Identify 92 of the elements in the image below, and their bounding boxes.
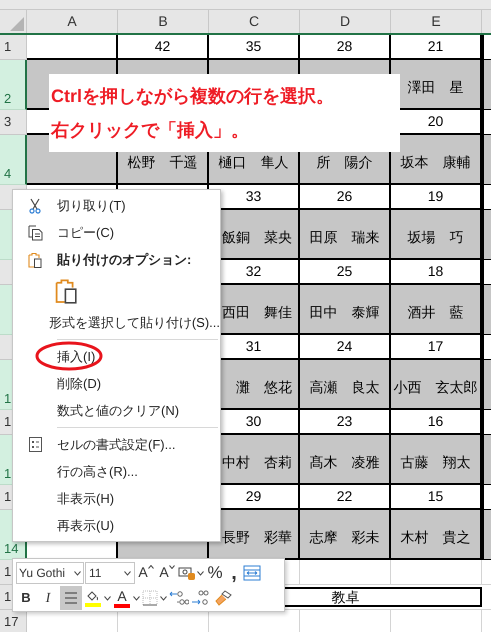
table-cell: 35: [209, 35, 300, 60]
fill-color-icon[interactable]: [84, 589, 102, 607]
table-cell: [482, 335, 491, 360]
comma-button[interactable]: ,: [226, 562, 242, 584]
table-cell: 42: [118, 35, 209, 60]
table-cell: [482, 410, 491, 435]
column-header[interactable]: A: [27, 10, 118, 33]
table-cell: [482, 435, 491, 485]
copy-icon: [28, 224, 42, 240]
format-painter-icon[interactable]: [213, 589, 233, 607]
corner-triangle-icon: [10, 17, 24, 31]
table-cell: 坂本 康輔: [391, 135, 482, 185]
caret-down-icon: [168, 565, 175, 569]
menu-item[interactable]: コピー(C): [57, 222, 114, 242]
table-cell: 田中 泰輝: [300, 285, 391, 335]
table-cell: [482, 285, 491, 335]
merge-center-icon[interactable]: [243, 565, 261, 581]
row-header[interactable]: 4: [0, 135, 27, 185]
dropdown-caret-icon: [104, 596, 111, 600]
table-cell: 澤田 星: [391, 60, 482, 110]
table-cell: 17: [391, 335, 482, 360]
table-cell: 小西 玄太郎: [391, 360, 482, 410]
table-cell: 坂場 巧: [391, 210, 482, 260]
column-header[interactable]: B: [118, 10, 209, 33]
dropdown-caret-icon: [124, 570, 131, 576]
table-cell: 19: [391, 185, 482, 210]
table-cell: [482, 260, 491, 285]
bold-button[interactable]: B: [16, 587, 36, 609]
callout-text: Ctrlを押しながら複数の行を選択。: [51, 85, 335, 107]
table-cell: 志摩 彩未: [300, 510, 391, 560]
align-center-icon: [64, 592, 78, 604]
align-center-button[interactable]: [60, 586, 82, 610]
table-cell: [482, 485, 491, 510]
table-cell: 酒井 藍: [391, 285, 482, 335]
table-cell: 22: [300, 485, 391, 510]
row-header[interactable]: 2: [0, 60, 27, 110]
menu-item[interactable]: 非表示(H): [57, 488, 114, 508]
table-cell: [482, 360, 491, 410]
table-cell: [482, 110, 491, 135]
dropdown-caret-icon: [197, 570, 204, 576]
table-cell: 18: [391, 260, 482, 285]
menu-item[interactable]: 数式と値のクリア(N): [57, 400, 180, 420]
table-cell: 21: [391, 35, 482, 60]
table-cell: 23: [300, 410, 391, 435]
table-cell: 15: [391, 485, 482, 510]
italic-button[interactable]: I: [38, 587, 58, 609]
table-cell: 髙木 凌雅: [300, 435, 391, 485]
menu-item[interactable]: セルの書式設定(F)...: [57, 434, 176, 454]
table-cell: [482, 185, 491, 210]
dropdown-caret-icon: [160, 596, 167, 600]
scissors-icon: [28, 198, 42, 214]
shrink-font-button[interactable]: A: [157, 562, 177, 584]
row-header[interactable]: 17: [0, 610, 27, 632]
row-header[interactable]: 1: [0, 35, 27, 60]
column-header[interactable]: C: [209, 10, 300, 33]
menu-item[interactable]: 削除(D): [57, 374, 102, 394]
table-cell: [482, 210, 491, 260]
grow-font-button[interactable]: A: [136, 562, 156, 584]
menu-item[interactable]: 再表示(U): [57, 516, 114, 536]
format-cells-icon: [28, 437, 42, 452]
accounting-format-icon: [178, 565, 196, 581]
table-cell: 古藤 翔太: [391, 435, 482, 485]
table-cell: 25: [300, 260, 391, 285]
menu-section-header: 貼り付けのオプション:: [57, 250, 192, 269]
font-color-button[interactable]: A: [113, 587, 131, 609]
decrease-decimal-icon[interactable]: [191, 589, 211, 607]
table-cell: [482, 510, 491, 560]
table-cell: 24: [300, 335, 391, 360]
borders-icon[interactable]: [142, 590, 158, 606]
font-size-dropdown[interactable]: 11: [85, 562, 135, 584]
table-cell: 木村 貴之: [391, 510, 482, 560]
table-cell: [482, 35, 491, 60]
table-cell: [482, 60, 491, 110]
table-cell: 26: [300, 185, 391, 210]
menu-item[interactable]: 切り取り(T): [57, 196, 126, 216]
table-cell: 16: [391, 410, 482, 435]
percent-button[interactable]: %: [205, 562, 225, 584]
menu-item[interactable]: 行の高さ(R)...: [57, 462, 138, 482]
font-name-dropdown[interactable]: Yu Gothi: [16, 562, 84, 584]
table-cell: 田原 瑞来: [300, 210, 391, 260]
dropdown-caret-icon: [133, 596, 140, 600]
table-cell: 28: [300, 35, 391, 60]
row-header[interactable]: 3: [0, 110, 27, 135]
clipboard-icon: [28, 252, 42, 268]
caret-up-icon: [148, 565, 154, 569]
column-header[interactable]: E: [391, 10, 482, 33]
column-header[interactable]: D: [300, 10, 391, 33]
table-cell: 高瀬 良太: [300, 360, 391, 410]
clipboard-icon: [54, 278, 78, 304]
table-cell: [482, 135, 491, 185]
dropdown-caret-icon: [74, 570, 81, 576]
increase-decimal-icon[interactable]: [169, 589, 189, 607]
